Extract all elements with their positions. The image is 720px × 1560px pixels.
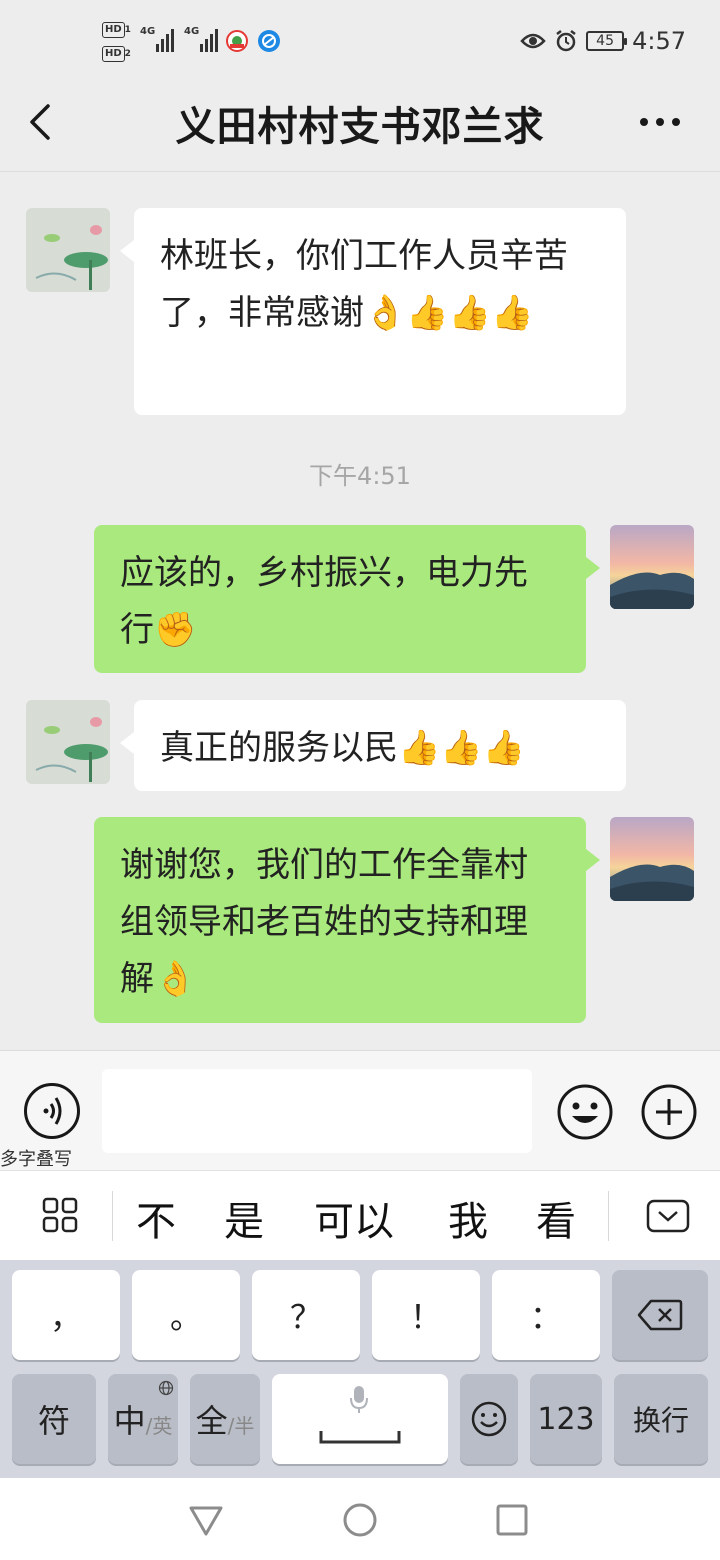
message-bubble-outgoing[interactable]: 谢谢您，我们的工作全靠村组领导和老百姓的支持和理解👌 (94, 817, 600, 1023)
language-toggle-key[interactable]: 中/英 (108, 1374, 178, 1464)
status-time: 4:57 (632, 27, 686, 55)
divider (112, 1191, 113, 1241)
message-bubble-incoming[interactable]: 林班长，你们工作人员辛苦了，非常感谢👌👍👍👍 (120, 208, 626, 415)
message-input[interactable] (102, 1069, 532, 1153)
signal-2-icon: 4G (184, 26, 220, 52)
key-exclamation[interactable]: ！ (372, 1270, 480, 1360)
ime-candidate-bar: 不 是 可以 我 看 (0, 1170, 720, 1260)
width-sub-label: /半 (227, 1413, 255, 1438)
hd-2-indicator: HD 2 (102, 46, 131, 62)
browser-notification-icon (258, 30, 280, 52)
self-avatar[interactable] (610, 817, 694, 901)
nav-back-button[interactable] (186, 1500, 226, 1540)
alarm-icon (556, 30, 576, 52)
more-options-button[interactable] (630, 106, 690, 136)
battery-icon: 45 (586, 31, 628, 51)
contact-avatar[interactable] (26, 700, 110, 784)
width-main-label: 全 (195, 1402, 228, 1440)
smiley-icon (471, 1401, 507, 1437)
plus-circle-icon (641, 1084, 697, 1140)
language-sub-label: /英 (145, 1413, 173, 1438)
voice-icon (43, 1097, 62, 1125)
emoji-button[interactable] (556, 1083, 614, 1141)
chat-header: 义田村村支书邓兰求 (0, 72, 720, 172)
nav-home-button[interactable] (340, 1500, 380, 1540)
handwriting-mode-label: 多字叠写 (0, 1149, 72, 1170)
self-avatar[interactable] (610, 525, 694, 609)
smiley-icon (557, 1084, 613, 1140)
signal-1-icon: 4G (140, 26, 176, 52)
key-colon[interactable]: ： (492, 1270, 600, 1360)
status-bar: HD 1 HD 2 4G 4G 45 4:57 (0, 0, 720, 72)
message-bubble-incoming[interactable]: 真正的服务以民👍👍👍 (120, 700, 626, 791)
candidate-word[interactable]: 是 (224, 1189, 264, 1247)
divider (608, 1191, 609, 1241)
hide-keyboard-button[interactable] (646, 1199, 690, 1233)
ellipsis-icon (640, 118, 680, 126)
grid-icon (42, 1197, 78, 1233)
backspace-icon (637, 1299, 683, 1331)
square-recents-icon (496, 1504, 528, 1536)
keyboard: ， 。 ？ ！ ： 符 中/英 全/半 123 换行 (0, 1260, 720, 1478)
chat-input-bar: 多字叠写 (0, 1050, 720, 1170)
number-key[interactable]: 123 (530, 1374, 602, 1464)
eye-comfort-icon (520, 33, 546, 49)
message-timestamp: 下午4:51 (309, 462, 411, 490)
space-bar-icon (319, 1431, 401, 1444)
language-main-label: 中 (113, 1402, 146, 1440)
candidate-word[interactable]: 看 (536, 1189, 576, 1247)
system-nav-bar (0, 1478, 720, 1560)
hd-1-indicator: HD 1 (102, 22, 131, 38)
candidate-word[interactable]: 可以 (314, 1189, 394, 1247)
triangle-back-icon (189, 1506, 223, 1536)
ime-menu-button[interactable] (42, 1197, 78, 1233)
enter-key[interactable]: 换行 (614, 1374, 708, 1464)
emoji-key[interactable] (460, 1374, 518, 1464)
nav-recents-button[interactable] (492, 1500, 532, 1540)
key-comma[interactable]: ， (12, 1270, 120, 1360)
chat-title: 义田村村支书邓兰求 (175, 104, 545, 150)
backspace-key[interactable] (612, 1270, 708, 1360)
space-key[interactable] (272, 1374, 448, 1464)
candidate-word[interactable]: 不 (136, 1189, 176, 1247)
key-question[interactable]: ？ (252, 1270, 360, 1360)
symbol-key[interactable]: 符 (12, 1374, 96, 1464)
more-functions-button[interactable] (640, 1083, 698, 1141)
key-period[interactable]: 。 (132, 1270, 240, 1360)
voice-input-button[interactable] (24, 1083, 80, 1139)
circle-home-icon (343, 1503, 377, 1537)
candidate-word[interactable]: 我 (448, 1189, 488, 1247)
keyboard-collapse-icon (646, 1199, 690, 1233)
globe-icon (158, 1380, 174, 1396)
contact-avatar[interactable] (26, 208, 110, 292)
app-notification-icon (226, 30, 248, 52)
message-bubble-outgoing[interactable]: 应该的，乡村振兴，电力先行✊ (94, 525, 600, 673)
microphone-icon (350, 1386, 368, 1413)
width-toggle-key[interactable]: 全/半 (190, 1374, 260, 1464)
